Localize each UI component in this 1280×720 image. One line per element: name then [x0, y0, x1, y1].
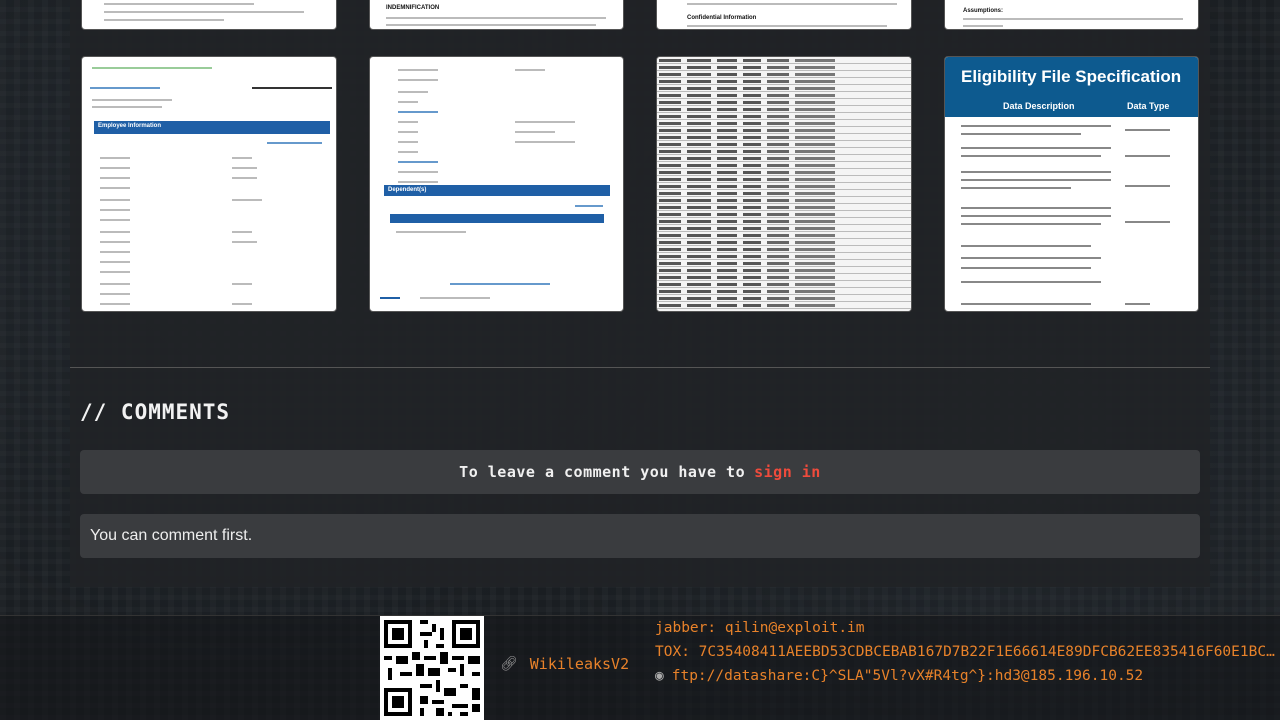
leaked-doc-thumbnail-2[interactable]: INDEMNIFICATION [369, 0, 624, 30]
spreadsheet-grid [657, 57, 911, 311]
spec-column-type: Data Type [1127, 101, 1170, 111]
doc-heading: Assumptions: [963, 8, 1004, 14]
tox-contact: TOX: 7C35408411AEEBD53CDBCEBAB167D7B22F1… [655, 644, 1275, 660]
leaked-doc-thumbnail-4[interactable]: Assumptions: [944, 0, 1199, 30]
leaked-doc-thumbnail-1[interactable] [81, 0, 337, 30]
section-divider [70, 367, 1210, 368]
wikileaks-link[interactable]: 🔗︎ WikileaksV2 [500, 655, 629, 673]
leaked-doc-thumbnail-5[interactable]: Employee Information [81, 56, 337, 312]
comments-heading: // COMMENTS [80, 400, 231, 424]
jabber-contact: jabber: qilin@exploit.im [655, 620, 865, 636]
signin-link[interactable]: sign in [754, 463, 821, 481]
no-comments-text: You can comment first. [90, 527, 253, 544]
leaked-doc-thumbnail-3[interactable]: Confidential Information [656, 0, 912, 30]
signin-prompt-box: To leave a comment you have to sign in [80, 450, 1200, 494]
doc-heading: Confidential Information [687, 15, 757, 21]
eligibility-spec-thumbnail[interactable]: Eligibility File Specification Data Desc… [944, 56, 1199, 312]
qr-code [380, 616, 484, 720]
link-icon: 🔗︎ [500, 656, 518, 672]
dependents-header: Dependent(s) [388, 187, 427, 193]
spec-column-description: Data Description [1003, 101, 1075, 111]
spec-title: Eligibility File Specification [961, 67, 1182, 86]
leaked-spreadsheet-thumbnail[interactable] [656, 56, 912, 312]
doc-heading: INDEMNIFICATION [386, 5, 440, 11]
wikileaks-link-label[interactable]: WikileaksV2 [530, 655, 629, 673]
employee-info-header: Employee Information [98, 123, 162, 129]
no-comments-notice: You can comment first. [80, 514, 1200, 558]
signin-prompt-text: To leave a comment you have to [459, 463, 746, 481]
leaked-doc-thumbnail-6[interactable]: Dependent(s) [369, 56, 624, 312]
ftp-link[interactable]: ftp://datashare:C}^SLA"5Vl?vX#R4tg^}:hd3… [672, 668, 1143, 684]
ftp-contact: ◉ ftp://datashare:C}^SLA"5Vl?vX#R4tg^}:hd… [655, 668, 1143, 684]
eye-icon: ◉ [655, 668, 664, 684]
